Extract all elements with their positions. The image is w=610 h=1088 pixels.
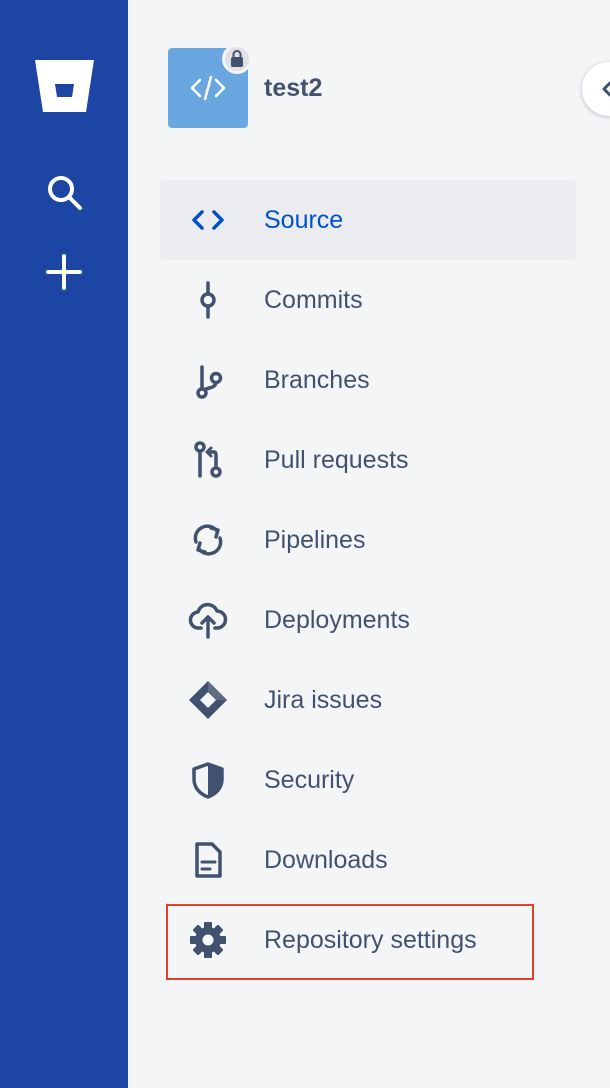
nav-item-deployments[interactable]: Deployments xyxy=(160,580,576,660)
global-nav xyxy=(0,0,128,1088)
code-icon xyxy=(190,75,226,101)
private-badge xyxy=(222,44,252,74)
refresh-icon xyxy=(193,524,223,556)
gear-icon xyxy=(190,922,226,958)
shield-icon xyxy=(192,762,224,799)
jira-icon xyxy=(189,681,227,719)
nav-item-label: Commits xyxy=(264,286,363,314)
search-icon[interactable] xyxy=(44,172,84,212)
nav-item-pipelines[interactable]: Pipelines xyxy=(160,500,576,580)
repo-avatar[interactable] xyxy=(168,44,252,128)
cloud-upload-icon xyxy=(188,602,228,639)
chevron-left-icon xyxy=(602,81,610,97)
nav-item-branches[interactable]: Branches xyxy=(160,340,576,420)
commit-icon xyxy=(200,281,216,319)
nav-item-commits[interactable]: Commits xyxy=(160,260,576,340)
nav-item-pull-requests[interactable]: Pull requests xyxy=(160,420,576,500)
nav-item-repository-settings[interactable]: Repository settings xyxy=(160,900,576,980)
repo-sidebar: test2 Source Commits Branches Pull reque… xyxy=(128,0,610,1088)
code-icon xyxy=(192,210,224,230)
nav-item-label: Jira issues xyxy=(264,686,383,714)
nav-item-label: Branches xyxy=(264,366,370,394)
nav-item-label: Pipelines xyxy=(264,526,366,554)
nav-item-label: Source xyxy=(264,206,344,234)
nav-item-label: Deployments xyxy=(264,606,410,634)
repo-header[interactable]: test2 xyxy=(168,44,568,128)
nav-item-security[interactable]: Security xyxy=(160,740,576,820)
pull-request-icon xyxy=(194,441,222,478)
plus-icon[interactable] xyxy=(44,252,84,292)
nav-item-source[interactable]: Source xyxy=(160,180,576,260)
nav-item-label: Downloads xyxy=(264,846,388,874)
bitbucket-logo-icon[interactable] xyxy=(33,58,96,114)
repo-name[interactable]: test2 xyxy=(264,72,322,104)
branch-icon xyxy=(196,365,223,399)
document-icon xyxy=(195,842,222,878)
nav-item-label: Security xyxy=(264,766,355,794)
nav-item-label: Repository settings xyxy=(264,926,477,954)
lock-icon xyxy=(231,50,243,67)
nav-item-downloads[interactable]: Downloads xyxy=(160,820,576,900)
repo-nav-list: Source Commits Branches Pull requests Pi… xyxy=(160,180,576,980)
nav-item-label: Pull requests xyxy=(264,446,409,474)
nav-item-jira-issues[interactable]: Jira issues xyxy=(160,660,576,740)
